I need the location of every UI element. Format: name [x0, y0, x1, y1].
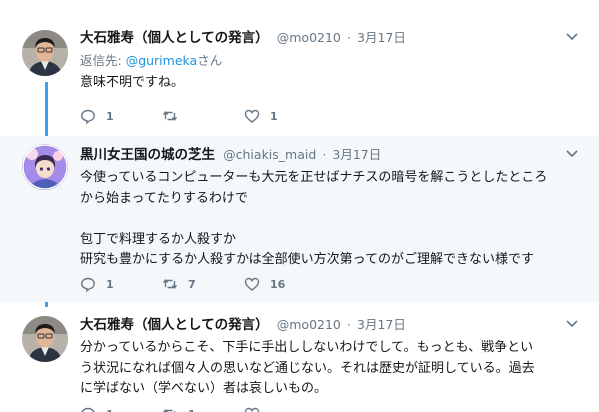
user-handle[interactable]: @mo0210: [277, 317, 341, 332]
heart-icon: [244, 407, 260, 412]
tweet-header: 大石雅寿（個人としての発言） @mo0210 · 3月17日: [80, 28, 585, 48]
timestamp[interactable]: 3月17日: [357, 317, 406, 332]
retweet-icon: [163, 409, 176, 412]
tweet-actions: 1 7 16: [80, 274, 326, 294]
display-name[interactable]: 大石雅寿（個人としての発言）: [80, 30, 269, 46]
reply-count: 1: [106, 408, 114, 412]
user-handle[interactable]: @mo0210: [277, 30, 341, 45]
heart-icon: [244, 109, 260, 123]
tweet-text: 分かっているからこそ、下手に手出ししないわけでして。もっとも、戦争とい う状況に…: [80, 338, 585, 400]
retweet-icon: [162, 279, 178, 289]
reply-icon: [81, 277, 95, 292]
reply-icon: [81, 407, 95, 412]
tweet-text: 意味不明ですね。: [80, 73, 585, 94]
retweet-button[interactable]: [162, 108, 244, 124]
display-name[interactable]: 大石雅寿（個人としての発言）: [80, 317, 269, 333]
user-handle[interactable]: @chiakis_maid: [223, 147, 316, 162]
chevron-down-icon[interactable]: [565, 32, 579, 42]
mention-link[interactable]: @gurimeka: [126, 53, 198, 68]
tweet-header: 大石雅寿（個人としての発言） @mo0210 · 3月17日: [80, 315, 585, 335]
retweet-count: 7: [188, 277, 196, 291]
retweet-button[interactable]: 7: [162, 276, 244, 292]
tweet-actions: 1 1: [80, 106, 326, 126]
display-name[interactable]: 黒川女王国の城の芝生: [80, 147, 215, 163]
reply-prefix: 返信先:: [80, 53, 126, 68]
like-count: 16: [270, 277, 286, 291]
like-button[interactable]: 1: [244, 108, 326, 124]
reply-button[interactable]: 1: [80, 406, 162, 412]
separator-dot: ·: [347, 318, 351, 332]
timestamp[interactable]: 3月17日: [357, 30, 406, 45]
tweet-text-line: 包丁で料理するか人殺すか: [80, 231, 237, 247]
like-button[interactable]: [244, 406, 326, 412]
retweet-button[interactable]: 1: [162, 406, 244, 412]
reply-count: 1: [106, 277, 114, 291]
tweet[interactable]: 大石雅寿（個人としての発言） @mo0210 · 3月17日 分かっているからこ…: [0, 302, 599, 412]
tweet-header: 黒川女王国の城の芝生 @chiakis_maid · 3月17日: [80, 145, 585, 165]
reply-count: 1: [106, 109, 114, 123]
separator-dot: ·: [347, 31, 351, 45]
tweet-text-line: 意味不明ですね。: [80, 75, 185, 90]
reply-suffix: さん: [197, 53, 223, 68]
separator-dot: ·: [322, 148, 327, 162]
retweet-count: 1: [188, 408, 196, 412]
tweet-text-line: 分かっているからこそ、下手に手出ししないわけでして。もっとも、戦争とい: [80, 340, 534, 355]
tweet-actions: 1 1: [80, 404, 326, 412]
reply-button[interactable]: 1: [80, 108, 162, 124]
tweet-text: 今使っているコンピューターも大元を正せばナチスの暗号を解こうとしたところ から始…: [80, 168, 585, 271]
tweet-text-line: から始まってたりするわけで: [80, 190, 248, 206]
reply-icon: [81, 109, 95, 124]
avatar[interactable]: [22, 144, 68, 190]
like-count: 1: [270, 109, 278, 123]
tweet-text-line: う状況になれば個々人の思いなど通じない。それは歴史が証明している。過去: [80, 360, 535, 376]
timestamp[interactable]: 3月17日: [332, 147, 381, 162]
tweet-text-line: 研究も豊かにするか人殺すかは全部使い方次第ってのがご理解できない様です: [80, 252, 534, 267]
tweet-text-line: に学ばない（学べない）者は哀しいもの。: [80, 381, 328, 396]
retweet-icon: [162, 111, 178, 121]
tweet[interactable]: 黒川女王国の城の芝生 @chiakis_maid · 3月17日 今使っているコ…: [0, 136, 599, 302]
avatar[interactable]: [22, 316, 68, 362]
reply-context: 返信先: @gurimekaさん: [80, 52, 585, 70]
chevron-down-icon[interactable]: [565, 319, 579, 329]
reply-button[interactable]: 1: [80, 276, 162, 292]
chevron-down-icon[interactable]: [565, 149, 579, 159]
tweet-text-line: 今使っているコンピューターも大元を正せばナチスの暗号を解こうとしたところ: [80, 170, 548, 185]
avatar[interactable]: [22, 30, 68, 76]
like-button[interactable]: 16: [244, 276, 326, 292]
tweet[interactable]: 大石雅寿（個人としての発言） @mo0210 · 3月17日 返信先: @gur…: [0, 0, 599, 136]
heart-icon: [244, 277, 260, 291]
